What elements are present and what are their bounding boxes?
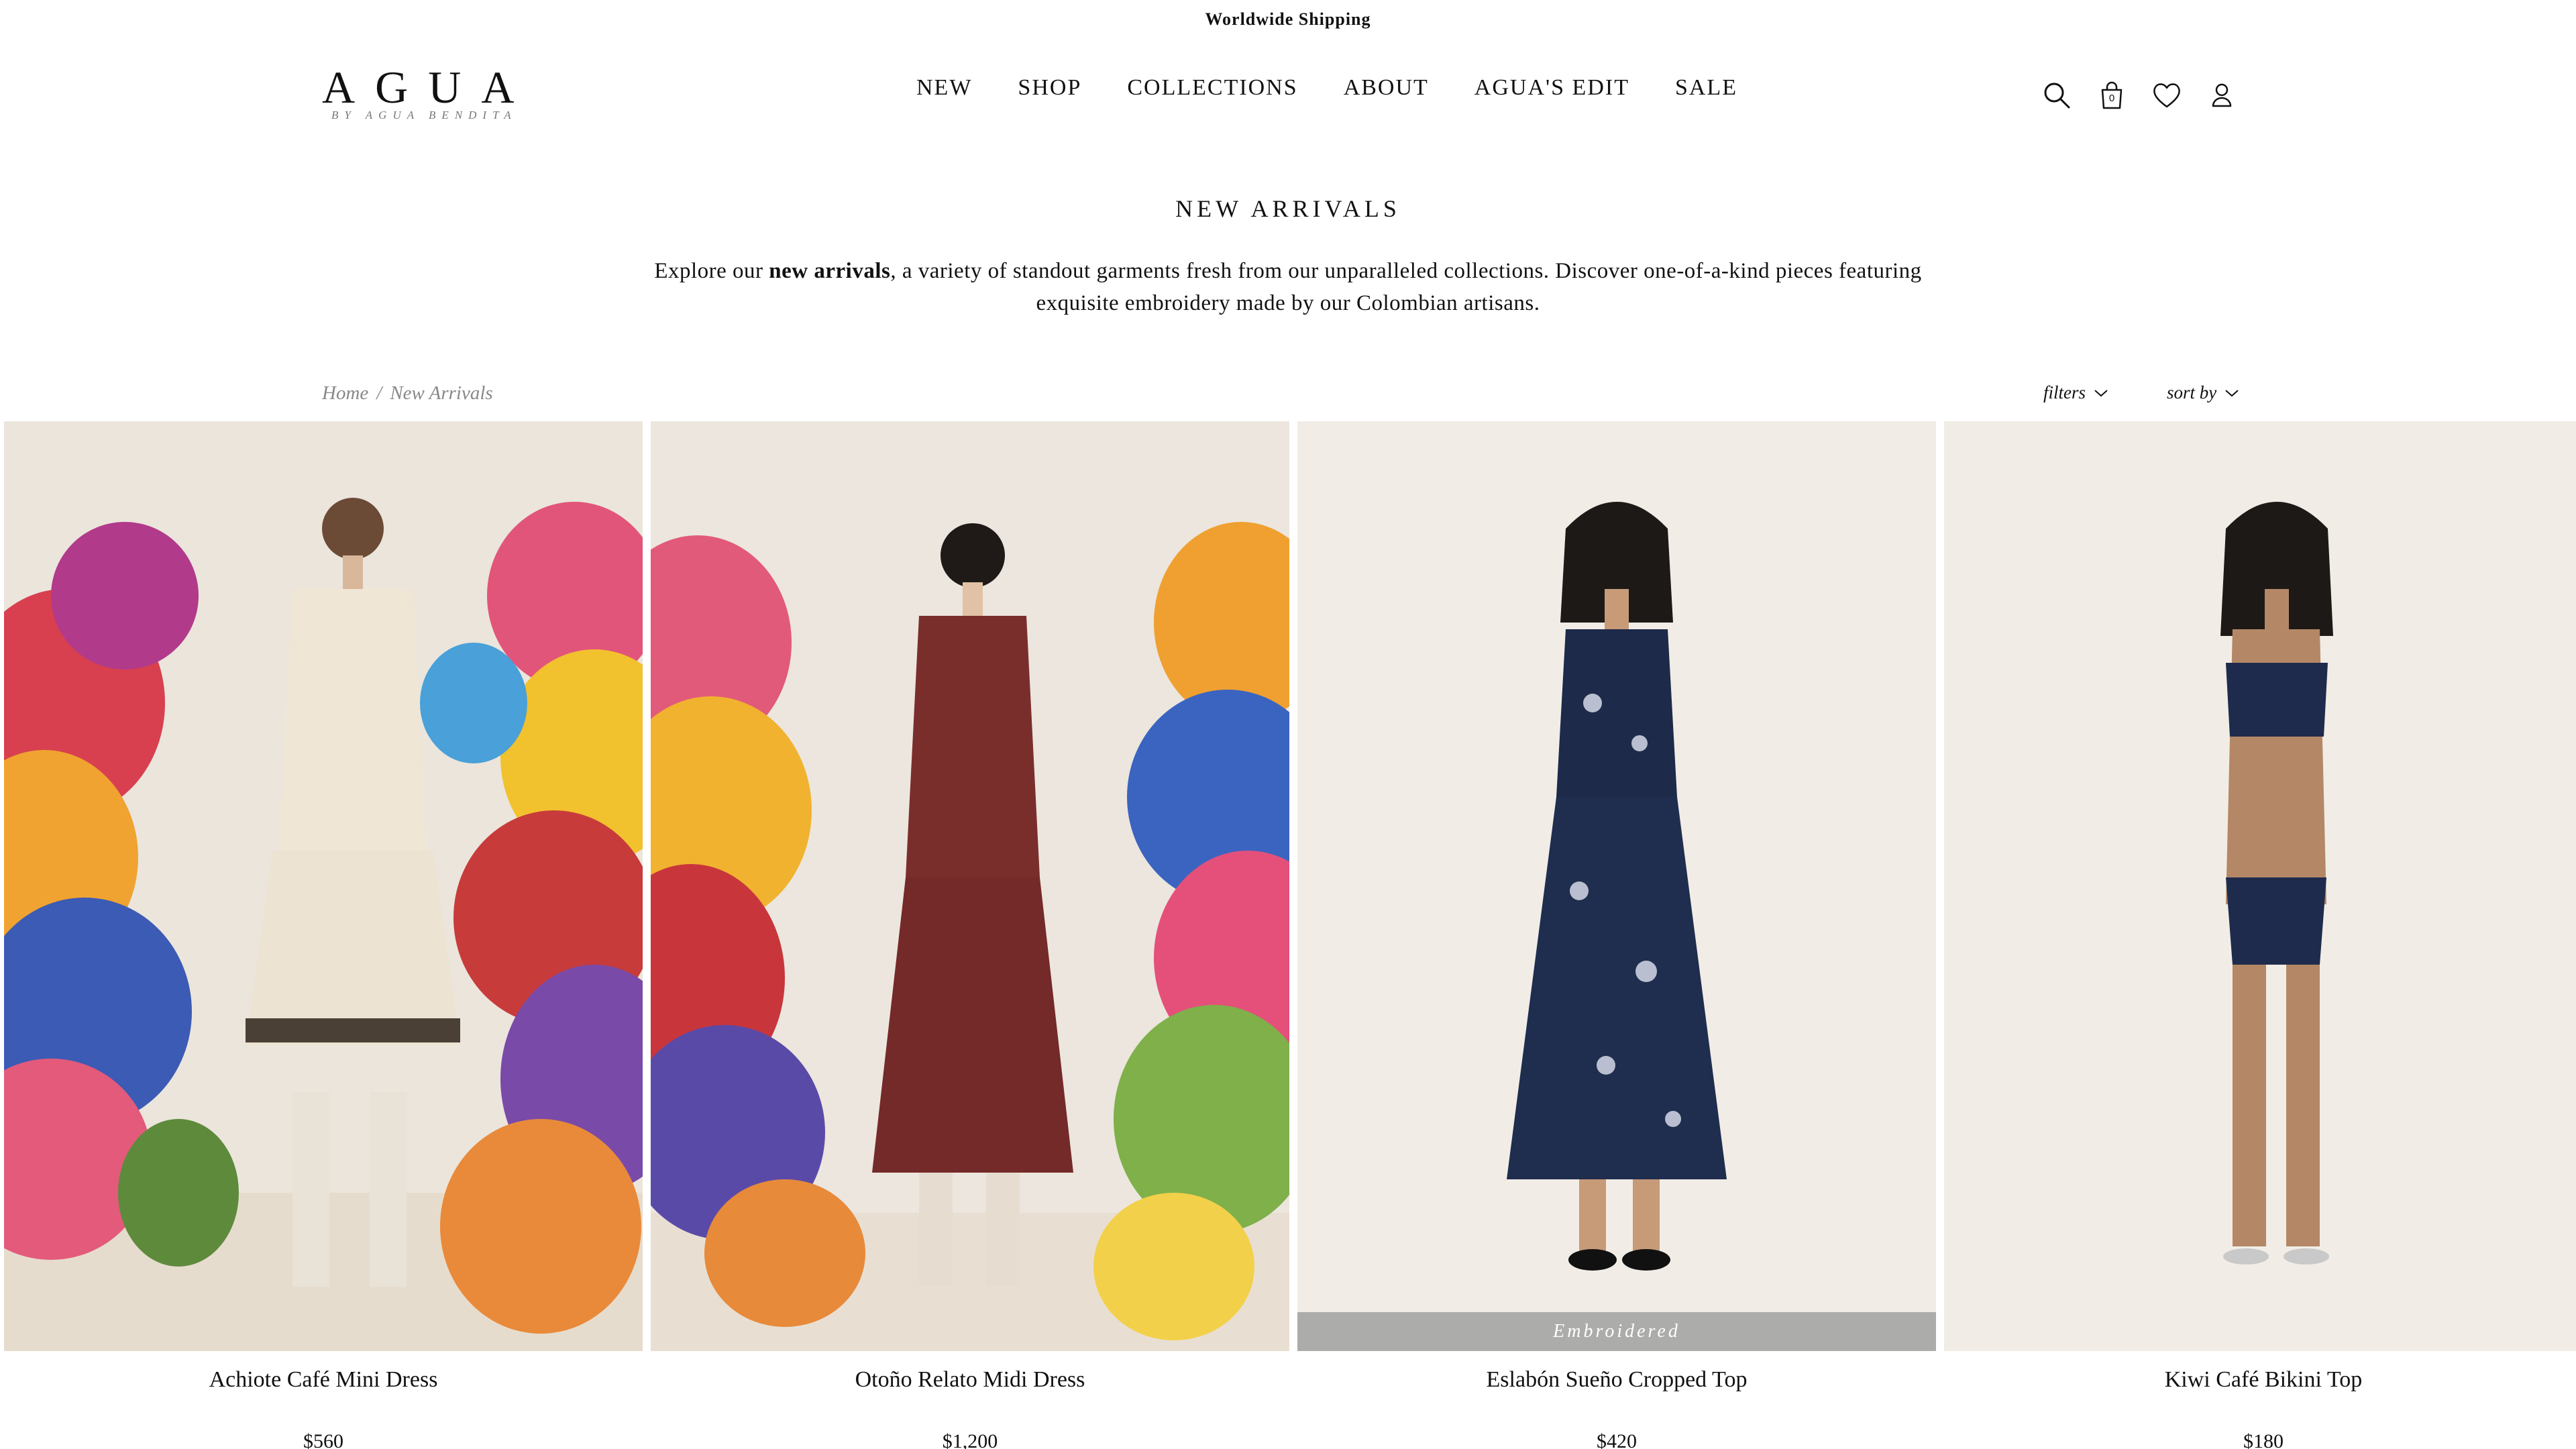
collection-intro: NEW ARRIVALS Explore our new arrivals, a… <box>0 195 2576 319</box>
breadcrumb-separator: / <box>376 382 382 404</box>
account-button[interactable] <box>2204 78 2239 113</box>
nav-item-about[interactable]: ABOUT <box>1344 75 1429 101</box>
main-nav: NEW SHOP COLLECTIONS ABOUT AGUA'S EDIT S… <box>916 75 1737 101</box>
product-image[interactable] <box>651 421 1289 1351</box>
product-name[interactable]: Kiwi Café Bikini Top <box>1944 1367 2576 1393</box>
product-name[interactable]: Eslabón Sueño Cropped Top <box>1297 1367 1936 1393</box>
product-card[interactable]: Embroidered Eslabón Sueño Cropped Top $4… <box>1297 421 1936 1449</box>
product-card[interactable]: Kiwi Café Bikini Top $180 <box>1944 421 2576 1449</box>
product-price: $1,200 <box>942 1430 998 1449</box>
brand-logo[interactable]: AGUA BY AGUA BENDITA <box>322 63 523 123</box>
product-image[interactable] <box>1944 421 2576 1351</box>
product-badge: Embroidered <box>1297 1312 1936 1351</box>
search-button[interactable] <box>2039 78 2074 113</box>
product-image[interactable]: Embroidered <box>1297 421 1936 1351</box>
heart-icon <box>2153 83 2180 108</box>
breadcrumb: Home / New Arrivals <box>322 382 493 405</box>
product-price: $560 <box>303 1430 343 1449</box>
desc-prefix: Explore our <box>654 259 769 283</box>
sort-label: sort by <box>2167 382 2217 402</box>
chevron-down-icon <box>2094 389 2108 396</box>
product-price: $420 <box>1597 1430 1637 1449</box>
bag-button[interactable]: 0 <box>2094 78 2129 113</box>
site-header: AGUA BY AGUA BENDITA NEW SHOP COLLECTION… <box>0 39 2576 146</box>
breadcrumb-current: New Arrivals <box>390 382 493 404</box>
product-card[interactable]: Achiote Café Mini Dress $560 <box>4 421 643 1449</box>
nav-item-collections[interactable]: COLLECTIONS <box>1127 75 1297 101</box>
nav-item-new[interactable]: NEW <box>916 75 972 101</box>
product-grid: Achiote Café Mini Dress $560 Otoño Relat… <box>0 421 2576 1449</box>
product-name[interactable]: Otoño Relato Midi Dress <box>651 1367 1289 1393</box>
user-icon <box>2212 83 2232 107</box>
breadcrumb-home[interactable]: Home <box>322 382 368 404</box>
bag-count: 0 <box>2108 93 2115 104</box>
product-card[interactable]: Otoño Relato Midi Dress $1,200 <box>651 421 1289 1449</box>
listing-toolbar: Home / New Arrivals filters sort by <box>0 376 2576 413</box>
nav-item-sale[interactable]: SALE <box>1675 75 1737 101</box>
filters-dropdown[interactable]: filters <box>2043 382 2108 403</box>
logo-wordmark: AGUA <box>322 62 535 113</box>
page-description: Explore our new arrivals, a variety of s… <box>644 255 1932 319</box>
desc-suffix: , a variety of standout garments fresh f… <box>890 259 1922 315</box>
chevron-down-icon <box>2225 389 2239 396</box>
product-image[interactable] <box>4 421 643 1351</box>
announcement-text: Worldwide Shipping <box>1205 9 1371 29</box>
filters-label: filters <box>2043 382 2086 402</box>
sort-dropdown[interactable]: sort by <box>2167 382 2239 403</box>
page-title: NEW ARRIVALS <box>1175 195 1401 222</box>
desc-highlight: new arrivals <box>769 259 891 283</box>
nav-item-aguas-edit[interactable]: AGUA'S EDIT <box>1474 75 1629 101</box>
product-name[interactable]: Achiote Café Mini Dress <box>4 1367 643 1393</box>
wishlist-button[interactable] <box>2149 78 2184 113</box>
product-price: $180 <box>2243 1430 2284 1449</box>
header-icons: 0 <box>2039 78 2239 113</box>
nav-item-shop[interactable]: SHOP <box>1018 75 1081 101</box>
logo-tagline: BY AGUA BENDITA <box>331 109 517 121</box>
search-icon <box>2044 83 2070 109</box>
announcement-bar: Worldwide Shipping <box>0 0 2576 39</box>
